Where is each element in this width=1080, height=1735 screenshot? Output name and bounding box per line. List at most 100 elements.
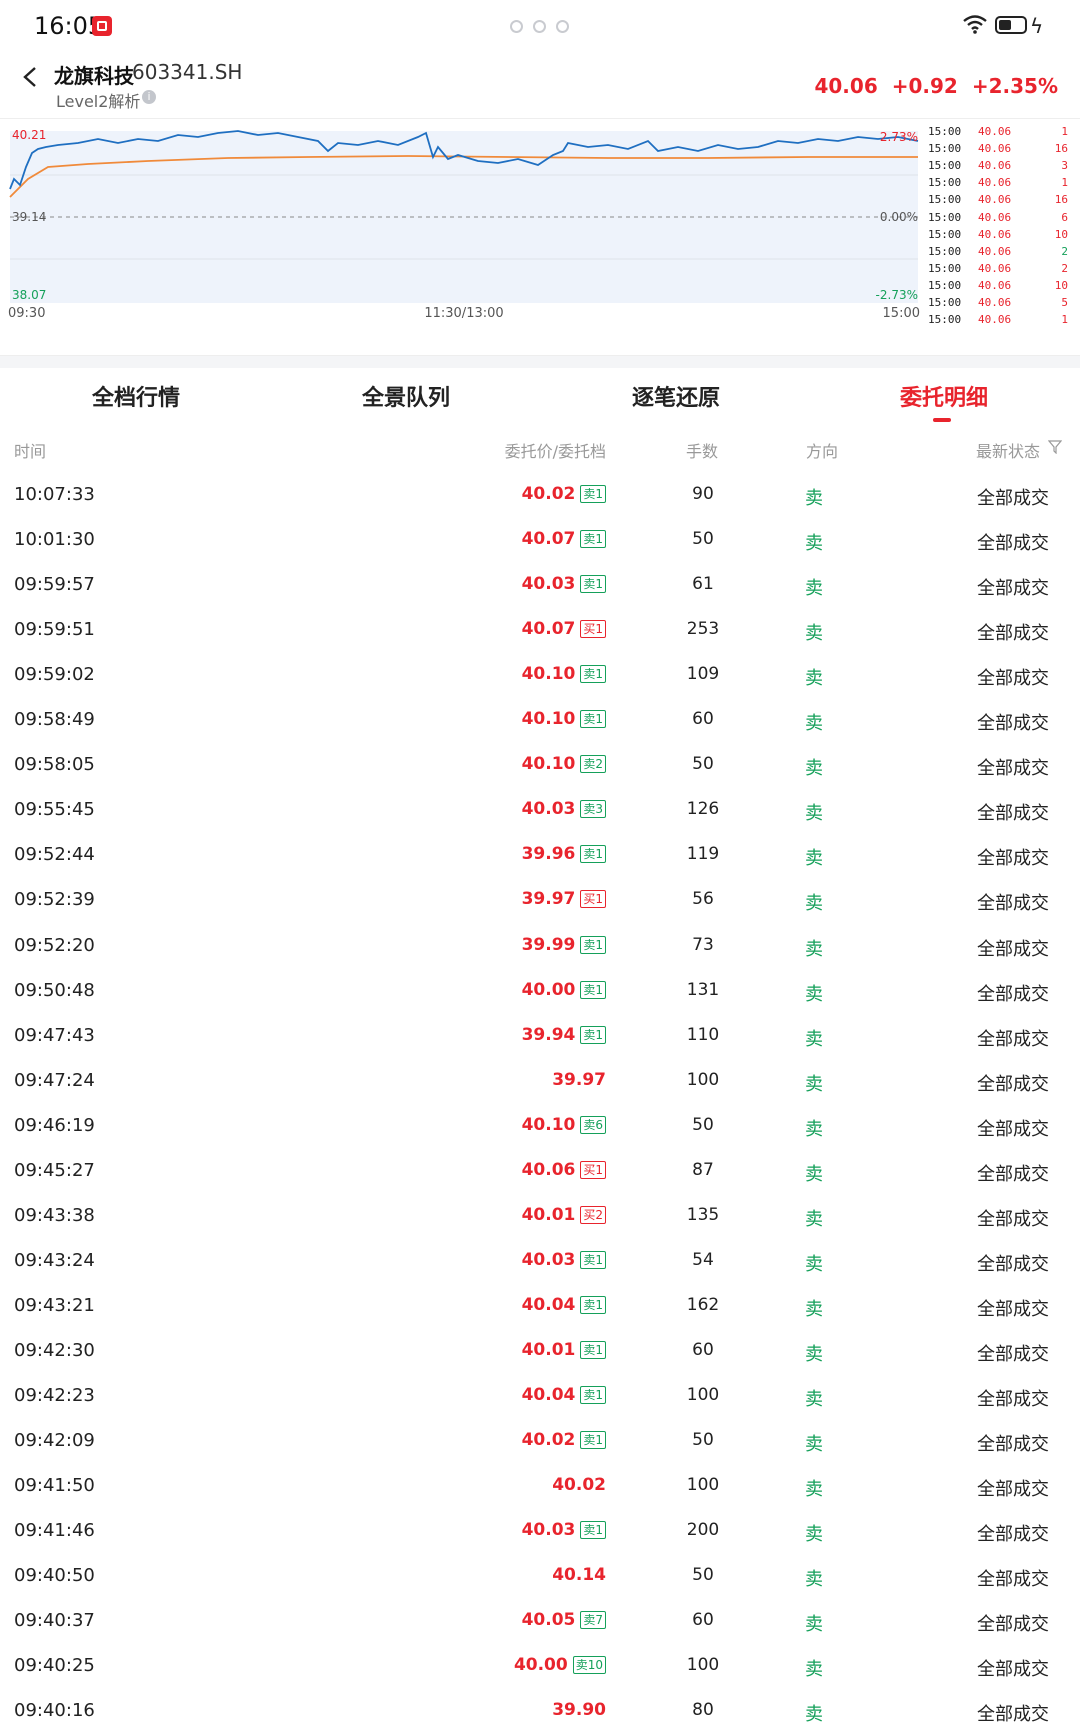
row-price-value: 40.04	[521, 1385, 576, 1405]
chart-time-end: 15:00	[883, 306, 920, 321]
tick-price: 40.06	[978, 244, 1012, 258]
row-direction: 卖	[805, 1118, 823, 1140]
row-status: 全部成交	[977, 893, 1049, 915]
table-row[interactable]: 09:46:19 40.10 卖6 50 卖 全部成交	[0, 1105, 1080, 1150]
back-arrow-icon[interactable]	[20, 66, 42, 88]
row-time: 09:55:45	[14, 799, 95, 821]
tick-time: 15:00	[928, 142, 962, 156]
table-row[interactable]: 09:50:48 40.00 卖1 131 卖 全部成交	[0, 970, 1080, 1015]
table-row[interactable]: 09:42:09 40.02 卖1 50 卖 全部成交	[0, 1420, 1080, 1465]
window-dots-icon[interactable]	[510, 20, 569, 33]
row-price: 40.02	[552, 1475, 606, 1495]
row-qty: 60	[692, 1339, 714, 1360]
tab-tick-replay[interactable]: 逐笔还原	[632, 380, 720, 412]
status-bar: 16:05 ϟ	[0, 0, 1080, 52]
tick-time: 15:00	[928, 261, 962, 275]
row-level-badge: 卖1	[580, 1431, 606, 1450]
table-row[interactable]: 09:40:16 39.90 80 卖 全部成交	[0, 1690, 1080, 1735]
table-row[interactable]: 09:42:23 40.04 卖1 100 卖 全部成交	[0, 1375, 1080, 1420]
row-direction: 卖	[805, 1208, 823, 1230]
table-row[interactable]: 09:40:37 40.05 卖7 60 卖 全部成交	[0, 1600, 1080, 1645]
table-row[interactable]: 10:07:33 40.02 卖1 90 卖 全部成交	[0, 474, 1080, 519]
intraday-chart[interactable]: 40.21 39.14 38.07 2.73% 0.00% -2.73% 09:…	[0, 118, 1080, 356]
tick-price: 40.06	[978, 210, 1012, 224]
table-row[interactable]: 09:47:43 39.94 卖1 110 卖 全部成交	[0, 1015, 1080, 1060]
row-time: 09:52:20	[14, 934, 95, 956]
section-divider	[0, 356, 1080, 368]
table-row[interactable]: 09:43:24 40.03 卖1 54 卖 全部成交	[0, 1240, 1080, 1285]
table-row[interactable]: 09:40:25 40.00 卖10 100 卖 全部成交	[0, 1645, 1080, 1690]
col-status[interactable]: 最新状态	[976, 438, 1040, 462]
table-row[interactable]: 09:43:21 40.04 卖1 162 卖 全部成交	[0, 1285, 1080, 1330]
table-row[interactable]: 09:58:49 40.10 卖1 60 卖 全部成交	[0, 699, 1080, 744]
table-row[interactable]: 09:43:38 40.01 买2 135 卖 全部成交	[0, 1195, 1080, 1240]
table-row[interactable]: 09:58:05 40.10 卖2 50 卖 全部成交	[0, 744, 1080, 789]
row-price: 40.04 卖1	[522, 1295, 606, 1315]
table-row[interactable]: 09:40:50 40.14 50 卖 全部成交	[0, 1555, 1080, 1600]
table-row[interactable]: 09:52:44 39.96 卖1 119 卖 全部成交	[0, 834, 1080, 879]
table-row[interactable]: 09:52:20 39.99 卖1 73 卖 全部成交	[0, 925, 1080, 970]
tick-time: 15:00	[928, 244, 962, 258]
table-row[interactable]: 09:45:27 40.06 买1 87 卖 全部成交	[0, 1150, 1080, 1195]
tab-order-detail[interactable]: 委托明细	[900, 380, 988, 412]
tick-list[interactable]: 15:00 40.06 1 15:00 40.06 16 15:00 40.06 3 15:00 4…	[922, 125, 1074, 351]
row-price: 40.03 卖3	[522, 799, 606, 819]
row-price: 40.01 卖1	[522, 1340, 606, 1360]
table-row[interactable]: 09:41:46 40.03 卖1 200 卖 全部成交	[0, 1510, 1080, 1555]
level2-label[interactable]: Level2解析	[56, 88, 140, 112]
filter-icon[interactable]	[1048, 440, 1062, 454]
table-row[interactable]: 09:41:50 40.02 100 卖 全部成交	[0, 1465, 1080, 1510]
tick-price: 40.06	[978, 142, 1012, 156]
tab-full-depth[interactable]: 全档行情	[92, 380, 180, 412]
row-qty: 131	[686, 979, 720, 1000]
tick-price: 40.06	[978, 278, 1012, 292]
row-price: 40.04 卖1	[522, 1385, 606, 1405]
table-row[interactable]: 09:59:51 40.07 买1 253 卖 全部成交	[0, 609, 1080, 654]
table-row[interactable]: 09:55:45 40.03 卖3 126 卖 全部成交	[0, 789, 1080, 834]
table-row[interactable]: 09:47:24 39.97 100 卖 全部成交	[0, 1060, 1080, 1105]
row-status: 全部成交	[977, 1614, 1049, 1636]
row-time: 09:45:27	[14, 1159, 95, 1181]
battery-icon	[995, 16, 1027, 34]
tick-price: 40.06	[978, 227, 1012, 241]
row-level-badge: 买1	[580, 1160, 606, 1179]
chart-low-label: 38.07	[12, 288, 46, 302]
row-price-value: 40.00	[513, 1655, 568, 1676]
info-icon[interactable]: i	[142, 90, 156, 104]
row-status: 全部成交	[977, 758, 1049, 780]
row-direction: 卖	[805, 848, 823, 870]
row-price: 40.10 卖2	[522, 754, 606, 774]
tick-row: 15:00 40.06 1	[922, 313, 1074, 329]
row-qty: 56	[692, 889, 714, 910]
tick-row: 15:00 40.06 16	[922, 193, 1074, 209]
row-direction: 卖	[805, 758, 823, 780]
table-row[interactable]: 09:42:30 40.01 卖1 60 卖 全部成交	[0, 1330, 1080, 1375]
tick-row: 15:00 40.06 6	[922, 211, 1074, 227]
tab-panorama-queue[interactable]: 全景队列	[362, 380, 450, 412]
row-time: 09:50:48	[14, 979, 95, 1001]
table-row[interactable]: 09:52:39 39.97 买1 56 卖 全部成交	[0, 879, 1080, 924]
row-price: 40.10 卖6	[522, 1115, 606, 1135]
row-price: 40.02 卖1	[522, 484, 606, 504]
row-price-value: 39.94	[521, 1024, 576, 1045]
row-price: 40.10 卖1	[522, 664, 606, 684]
row-price: 40.03 卖1	[522, 1250, 606, 1270]
row-status: 全部成交	[977, 533, 1049, 555]
row-price: 40.05 卖7	[522, 1610, 606, 1630]
tick-time: 15:00	[928, 193, 962, 207]
col-qty: 手数	[686, 442, 719, 461]
row-price: 40.00 卖10	[514, 1655, 606, 1675]
row-status: 全部成交	[977, 668, 1049, 690]
row-qty: 87	[692, 1159, 714, 1180]
row-qty: 61	[692, 574, 714, 595]
row-qty: 109	[686, 664, 720, 685]
row-status: 全部成交	[977, 1479, 1049, 1501]
tick-time: 15:00	[928, 296, 962, 309]
row-level-badge: 卖1	[580, 710, 606, 729]
table-row[interactable]: 09:59:57 40.03 卖1 61 卖 全部成交	[0, 564, 1080, 609]
table-row[interactable]: 09:59:02 40.10 卖1 109 卖 全部成交	[0, 654, 1080, 699]
row-price: 40.07 卖1	[522, 529, 606, 549]
row-status: 全部成交	[977, 1704, 1049, 1726]
tick-row: 15:00 40.06 3	[922, 159, 1074, 175]
table-row[interactable]: 10:01:30 40.07 卖1 50 卖 全部成交	[0, 519, 1080, 564]
